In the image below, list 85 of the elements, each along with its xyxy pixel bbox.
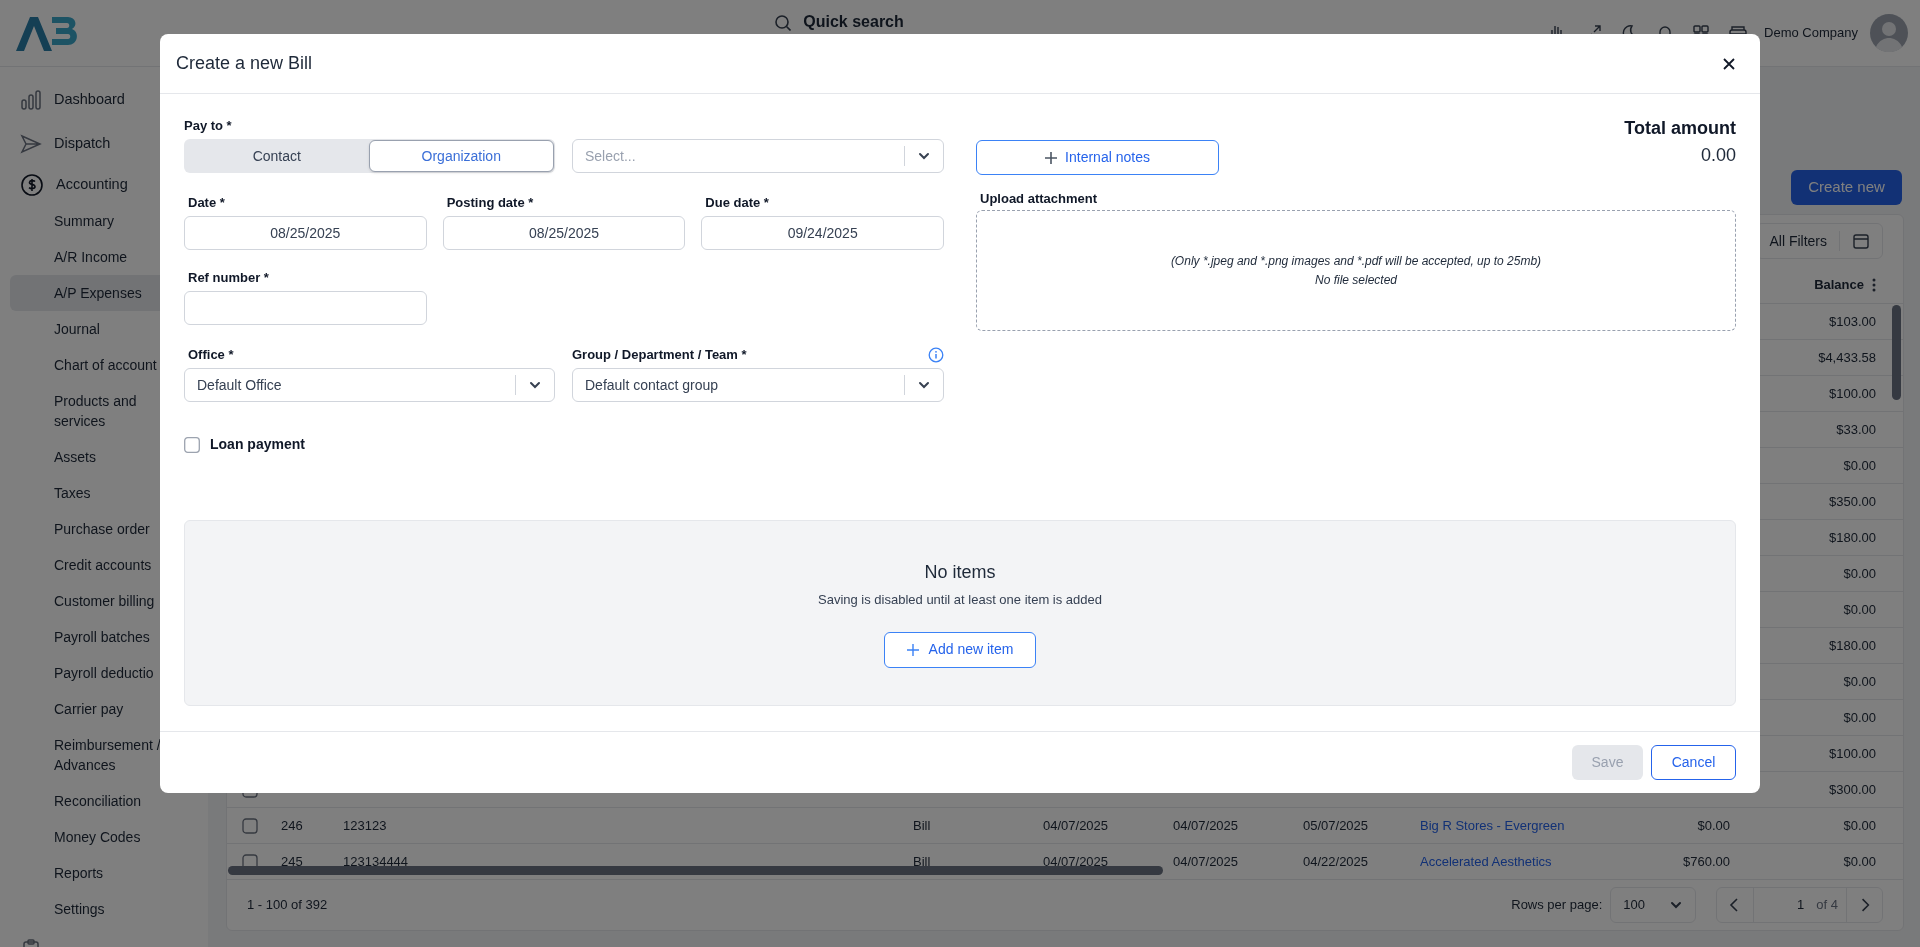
page-count: of 4 (1815, 896, 1839, 915)
avatar[interactable] (1870, 14, 1908, 52)
table-cell: Big R Stores - Evergreen (1420, 817, 1565, 833)
empty-title: No items (924, 561, 996, 584)
checkbox-label: Loan payment (210, 435, 305, 454)
internal-notes-button[interactable]: Internal notes (976, 140, 1219, 175)
field-label: Due date * (704, 195, 770, 211)
segment-tab[interactable]: Contact (185, 140, 369, 172)
table-cell: $300.00 (1829, 781, 1876, 797)
dollar-circle-icon (20, 172, 44, 197)
rows-per-page-label: Rows per page: (1511, 896, 1603, 915)
table-cell: 05/07/2025 (1303, 817, 1369, 833)
date-field[interactable]: 09/24/2025 (701, 216, 944, 250)
send-icon (20, 133, 42, 155)
horizontal-scrollbar[interactable] (228, 866, 1163, 875)
table-cell: $0.00 (1697, 817, 1730, 833)
table-cell: 04/22/2025 (1303, 853, 1369, 869)
sidebar-item[interactable]: Money Codes (10, 819, 198, 855)
search-icon (774, 13, 792, 31)
select-field[interactable]: Select... (572, 139, 944, 173)
kebab-icon[interactable] (1872, 278, 1876, 292)
table-cell: $100.00 (1829, 385, 1876, 401)
total-label: Total amount (1623, 117, 1736, 140)
upload-dropzone[interactable]: (Only *.jpeg and *.png images and *.pdf will be accepted, up to 25mb) No file selected (976, 210, 1736, 331)
range-label: 1 - 100 of 392 (247, 896, 328, 915)
add-item-button[interactable]: Add new item (884, 631, 1036, 668)
segment-tab[interactable]: Organization (368, 140, 554, 172)
total-amount: 0.00 (1699, 144, 1736, 167)
plus-icon (1045, 151, 1058, 164)
table-cell: $0.00 (1843, 457, 1876, 473)
table-cell: $100.00 (1829, 745, 1876, 761)
vertical-scrollbar[interactable] (1892, 305, 1901, 400)
field-label: Group / Department / Team * (572, 347, 748, 363)
table-cell: 04/07/2025 (1043, 853, 1109, 869)
rows-per-page-select[interactable]: 100 (1610, 887, 1697, 923)
table-cell: $0.00 (1843, 853, 1876, 869)
table-cell: Bill (913, 853, 931, 869)
field-label: Office * (187, 347, 235, 363)
select-field[interactable]: Default contact group (572, 368, 944, 402)
table-cell: Accelerated Aesthetics (1420, 853, 1552, 869)
table-cell: Bill (913, 817, 931, 833)
table-cell: $180.00 (1829, 637, 1876, 653)
table-cell: $0.00 (1843, 817, 1876, 833)
plus-icon (906, 643, 919, 656)
empty-message: Saving is disabled until at least one item is added (818, 591, 1102, 609)
table-cell: 246 (281, 817, 303, 833)
field-label: Upload attachment (979, 191, 1098, 207)
field-label: Date * (187, 195, 226, 211)
sidebar-item[interactable]: Reports (10, 855, 198, 891)
company-name[interactable]: Demo Company (1764, 23, 1858, 43)
table-cell: $760.00 (1683, 853, 1730, 869)
table-cell: 123134444 (343, 853, 409, 869)
table-cell: 123123 (343, 817, 387, 833)
bar-chart-icon (20, 89, 42, 111)
page-field[interactable]: 1 (1753, 888, 1809, 922)
table-cell: $103.00 (1829, 313, 1876, 329)
table-cell: $0.00 (1843, 565, 1876, 581)
close-icon[interactable] (1722, 56, 1736, 71)
select-field[interactable]: Default Office (184, 368, 555, 402)
table-cell: $33.00 (1836, 421, 1876, 437)
calendar-icon (1852, 232, 1870, 250)
table-cell: $180.00 (1829, 529, 1876, 545)
field-label: Posting date * (445, 195, 535, 211)
table-cell: 245 (281, 853, 303, 869)
table-cell: $4,433.58 (1818, 349, 1876, 365)
checkbox[interactable] (184, 436, 200, 453)
column-header[interactable]: Balance (1814, 275, 1864, 295)
date-field[interactable]: 08/25/2025 (442, 216, 686, 250)
quick-search[interactable]: Quick search (803, 10, 904, 34)
info-icon[interactable] (928, 347, 944, 363)
table-cell: 04/07/2025 (1043, 817, 1109, 833)
dialog-button[interactable]: Cancel (1651, 745, 1736, 780)
table-cell: 04/07/2025 (1173, 853, 1239, 869)
table-cell: $350.00 (1829, 493, 1876, 509)
dialog-title: Create a new Bill (176, 52, 314, 75)
checkbox[interactable] (242, 817, 258, 834)
table-cell: $0.00 (1843, 601, 1876, 617)
sidebar-item[interactable]: Reconciliation (10, 783, 198, 819)
create-new-button[interactable]: Create new (1791, 170, 1902, 205)
date-field[interactable]: 08/25/2025 (184, 216, 427, 250)
table-cell: $0.00 (1843, 673, 1876, 689)
input-field[interactable] (184, 291, 427, 325)
table-cell: $0.00 (1843, 709, 1876, 725)
table-cell: 04/07/2025 (1173, 817, 1239, 833)
sidebar-item[interactable]: Settings (10, 891, 198, 927)
